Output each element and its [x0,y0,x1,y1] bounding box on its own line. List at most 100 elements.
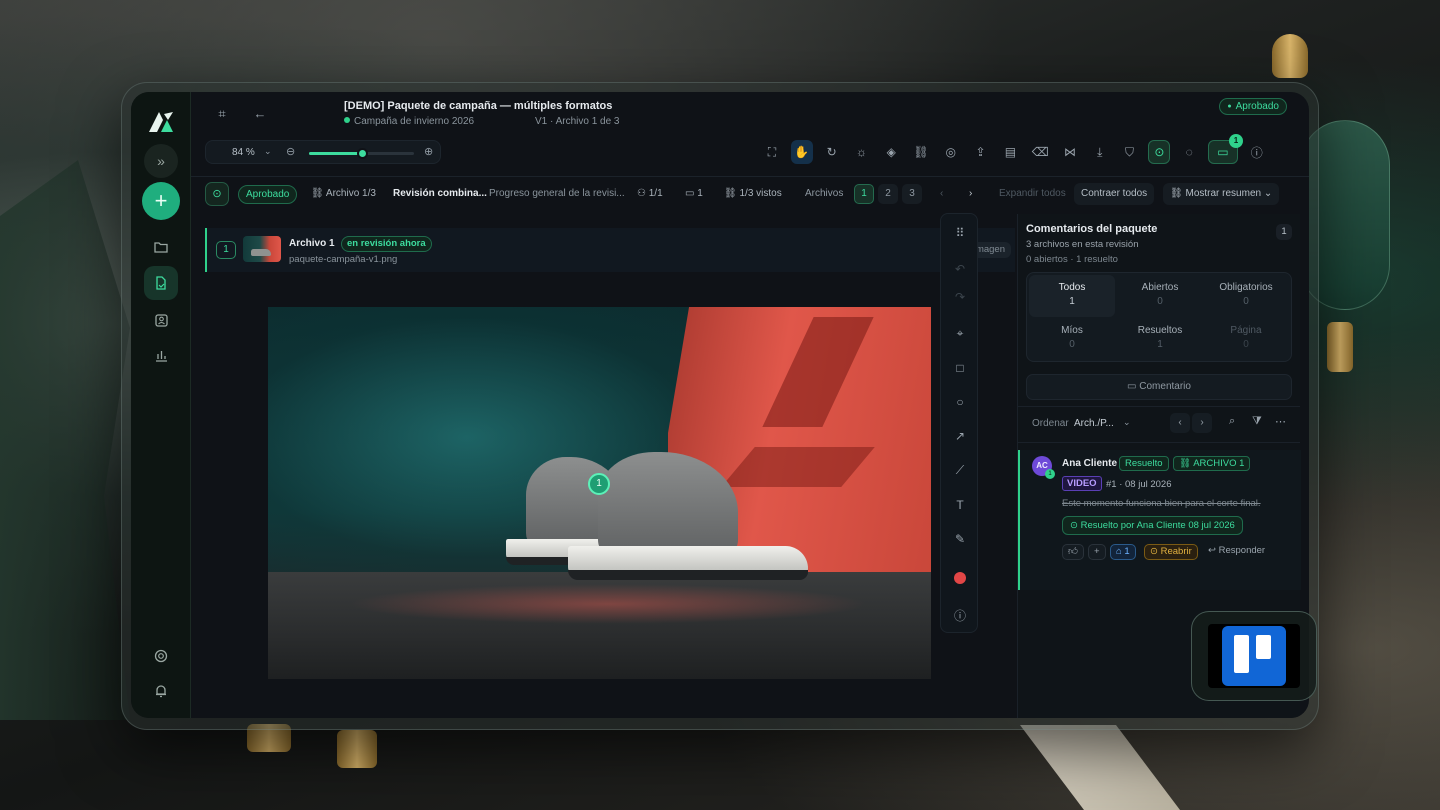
bell-icon [156,685,166,698]
next-comment-button[interactable]: › [1192,413,1212,433]
stat-todos[interactable]: Todos 1 [1029,275,1115,317]
trello-widget[interactable] [1191,611,1317,701]
help-button[interactable] [144,639,178,673]
stat-mios[interactable]: Míos 0 [1029,318,1115,360]
order-select[interactable]: Arch./P... [1074,418,1114,429]
page-1-button[interactable]: 1 [854,184,874,204]
approve-button[interactable]: ⊙ [1148,140,1171,164]
fit-button[interactable]: ⛶ [761,140,783,164]
stat-abiertos[interactable]: Abiertos 0 [1117,275,1203,317]
review-files-button[interactable] [144,266,178,300]
revision-filter[interactable]: Revisión combina... [393,182,487,206]
delete-button[interactable]: ⌫ [1029,140,1051,164]
folder-button[interactable] [144,230,178,264]
file-tag-label: ARCHIVO 1 [1193,458,1245,469]
more-icon[interactable]: ⋯ [1275,415,1286,428]
add-button[interactable]: + [142,182,180,220]
image-canvas[interactable]: 1 [268,307,931,679]
tags-button[interactable]: ⌂ 1 [1110,544,1136,560]
ellipse-tool-icon[interactable]: ○ [950,392,970,412]
security-button[interactable]: ⛉ [1119,140,1141,164]
expand-all-button[interactable]: Expandir todos [999,182,1066,206]
zoom-in-icon[interactable]: ⊕ [424,145,433,158]
expand-sidebar-button[interactable]: » [144,144,178,178]
views-count[interactable]: ⛓ 1/3 vistos [724,182,782,206]
prev-comment-button[interactable]: ‹ [1170,413,1190,433]
color-picker[interactable] [950,569,970,589]
search-icon[interactable]: ⌕ [1229,415,1235,428]
zoom-slider[interactable] [309,148,414,159]
page-2-button[interactable]: 2 [878,184,898,204]
reply-icon: ↩ [1208,545,1219,556]
upload-icon: ⇪ [975,145,986,159]
reopen-button[interactable]: ⊙ Reabrir [1144,544,1198,560]
line-tool-icon[interactable]: ⟋ [950,460,970,480]
archivo-filter[interactable]: ⛓ Archivo 1/3 [311,182,376,206]
reply-button[interactable]: ↩ Responder [1208,544,1265,560]
rectangle-tool-icon[interactable]: □ [950,358,970,378]
file-row[interactable]: 1 Archivo 1 en revisión ahora paquete-ca… [205,228,1015,272]
comment-card[interactable]: AC 1 Ana Cliente Resuelto ⛓ ARCHIVO 1 VI… [1018,450,1301,590]
compass-button[interactable]: ◎ [940,140,962,164]
drag-handle-icon[interactable]: ⠿ [950,223,970,243]
filter-icon[interactable]: ⧩ [1252,415,1262,428]
like-button[interactable]: 👍︎ [1062,544,1084,560]
upload-button[interactable]: ⇪ [970,140,992,164]
approval-toggle-button[interactable]: ⊙ [205,182,229,206]
rotate-button[interactable]: ↻ [821,140,843,164]
campaign-name: Campaña de invierno 2026 [354,116,475,127]
reviewers-count[interactable]: ⚇ 1/1 [637,182,663,206]
download-button[interactable]: ⤓ [1089,140,1111,164]
arrow-tool-icon[interactable]: ↗ [950,426,970,446]
layers-button[interactable]: ◈ [880,140,902,164]
progress-filter[interactable]: Progreso general de la revisi... [489,182,625,206]
undo-icon[interactable]: ↶ [950,259,970,279]
explore-icon: ◌ [1185,145,1193,159]
notifications-button[interactable] [144,674,178,708]
app-window: » + ⌗ ← [DEMO] Paquete de campaña — múlt… [131,92,1309,718]
redo-icon[interactable]: ↷ [950,287,970,307]
rotate-icon: ↻ [826,145,837,159]
hand-icon: ✋ [794,145,810,159]
brightness-button[interactable]: ☼ [850,140,872,164]
contacts-button[interactable] [144,303,178,337]
next-file-button[interactable]: › [969,182,972,206]
info-icon[interactable]: ⓘ [950,606,970,626]
pen-tool-icon[interactable]: ✎ [950,529,970,549]
page-3-button[interactable]: 3 [902,184,922,204]
stat-obligatorios[interactable]: Obligatorios 0 [1203,275,1289,317]
hand-tool-button[interactable]: ✋ [790,140,813,164]
show-summary-button[interactable]: ⛓ Mostrar resumen ⌄ [1163,183,1280,205]
zoom-out-icon[interactable]: ⊖ [286,145,295,158]
share-button[interactable]: ⋈ [1059,140,1081,164]
focus-mode-button[interactable]: ⌗ [213,106,231,124]
prev-file-button[interactable]: ‹ [940,182,943,206]
campaign-label[interactable]: Campaña de invierno 2026 [344,116,474,127]
add-reaction-button[interactable]: + [1088,544,1106,560]
comments-toggle-button[interactable]: ▭ 1 [1207,134,1243,164]
stat-pagina[interactable]: Página 0 [1203,318,1289,360]
status-filter-approved[interactable]: Aprobado [238,185,298,204]
view-toolbar: ⛶ ✋ ↻ ☼ ◈ ⛓ ◎ ⇪ ▤ ⌫ ⋈ ⤓ ⛉ ⊙ ◌ ▭ 1 ⓘ [761,134,1276,166]
file-tag[interactable]: ⛓ ARCHIVO 1 [1173,456,1251,471]
pin-tool-icon[interactable]: ⌖ [950,323,970,343]
back-button[interactable]: ← [251,106,269,124]
text-tool-icon[interactable]: T [950,495,970,515]
chevron-down-icon[interactable]: ⌄ [1123,417,1131,428]
file-button[interactable]: ▤ [999,140,1021,164]
collapse-all-button[interactable]: Contraer todos [1074,183,1155,205]
link-button[interactable]: ⛓ [910,140,932,164]
comment-meta: #1 · 08 jul 2026 [1106,479,1172,490]
explore-button[interactable]: ◌ [1178,140,1200,164]
info-button[interactable]: ⓘ [1246,140,1268,164]
plus-icon: + [1094,546,1100,557]
comments-count[interactable]: ▭ 1 [685,182,703,206]
annotation-toolbar: ⠿ ↶ ↷ ⌖ □ ○ ↗ ⟋ T ✎ ⓘ [940,213,978,633]
annotation-pin[interactable]: 1 [588,473,610,495]
add-comment-button[interactable]: ▭ Comentario [1026,374,1292,400]
stat-resueltos[interactable]: Resueltos 1 [1117,318,1203,360]
chevron-down-icon[interactable]: ⌄ [264,146,272,157]
analytics-button[interactable] [144,338,178,372]
zoom-slider-handle[interactable] [356,148,368,159]
zoom-value[interactable]: 84 % [232,147,255,158]
